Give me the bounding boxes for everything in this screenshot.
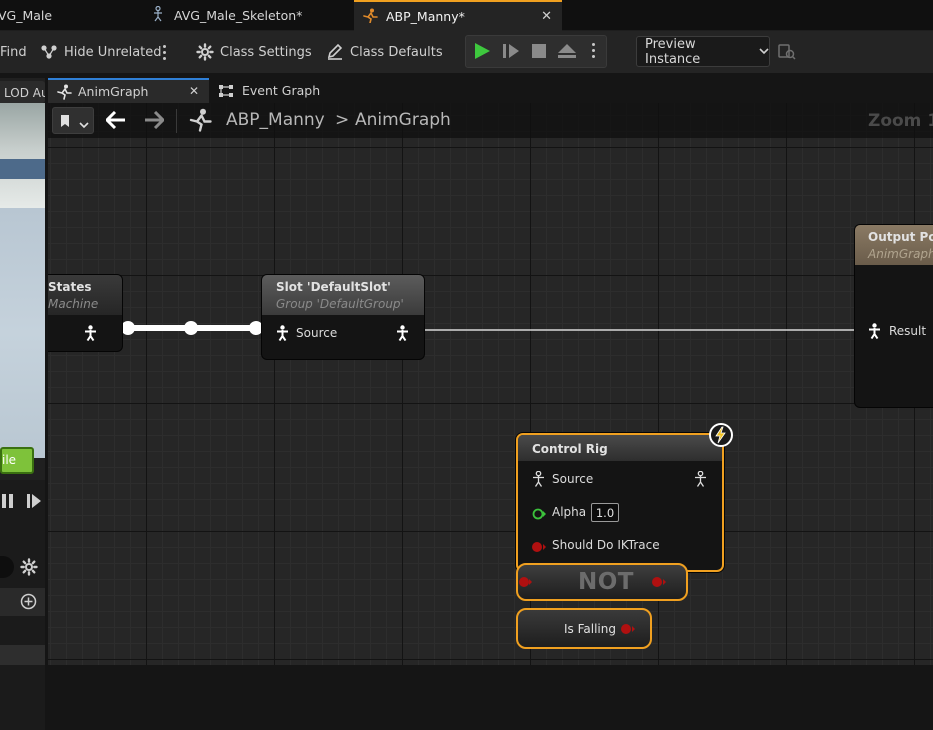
pin-label-should-do-iktrace: Should Do IKTrace [552, 538, 660, 552]
pause-icon[interactable] [2, 494, 14, 512]
wire-layer [121, 321, 856, 335]
node-subtitle: Group 'DefaultGroup' [276, 297, 404, 311]
hide-unrelated-icon [40, 44, 58, 60]
play-options-icon[interactable] [592, 43, 595, 58]
list-row[interactable] [0, 645, 45, 665]
find-button[interactable]: Find [0, 31, 27, 73]
viewport-preview[interactable] [0, 103, 45, 208]
tab-label: VG_Male [0, 8, 53, 23]
anim-graph-icon [56, 84, 72, 100]
is-falling-label: Is Falling [564, 622, 616, 636]
node-title: Slot 'DefaultSlot' [276, 280, 391, 294]
pin-label-alpha: Alpha [552, 505, 587, 519]
pose-output-pin-icon[interactable] [84, 325, 97, 345]
class-settings-label: Class Settings [220, 44, 312, 60]
eject-icon[interactable] [557, 43, 577, 63]
alpha-value-input[interactable]: 1.0 [591, 503, 619, 522]
tab-animgraph[interactable]: AnimGraph ✕ [48, 78, 209, 103]
skeleton-icon [152, 5, 166, 25]
output-pose-node[interactable]: Output Pos AnimGraph Result [855, 225, 933, 407]
preview-instance-dropdown[interactable]: Preview Instance [636, 36, 770, 67]
tab-label: AnimGraph [78, 84, 149, 99]
close-icon[interactable]: ✕ [189, 84, 199, 98]
bool-pin-icon[interactable] [651, 576, 671, 592]
hide-unrelated-label: Hide Unrelated [64, 44, 162, 60]
pose-output-pin-icon[interactable] [694, 470, 707, 491]
tab-label: Event Graph [242, 83, 321, 98]
tab-vg-male[interactable]: VG_Male [0, 0, 140, 31]
graph-tab-bar: AnimGraph ✕ Event Graph [45, 78, 933, 103]
add-icon[interactable] [20, 593, 37, 614]
wire-knot [184, 321, 198, 335]
play-icon[interactable] [473, 42, 491, 64]
pose-input-pin-icon[interactable] [276, 325, 289, 345]
tab-label: ABP_Manny* [386, 9, 465, 24]
not-label: NOT [578, 569, 634, 595]
step-icon[interactable] [502, 43, 520, 63]
node-subtitle: Machine [48, 297, 99, 311]
wire-knot [249, 321, 263, 335]
document-tab-bar: VG_Male AVG_Male_Skeleton* ABP_Manny* ✕ [0, 0, 933, 31]
hide-unrelated-button[interactable]: Hide Unrelated [40, 31, 162, 73]
chevron-down-icon [759, 48, 769, 55]
debug-filter-icon[interactable] [778, 43, 796, 65]
class-settings-button[interactable]: Class Settings [196, 31, 312, 73]
control-rig-node[interactable]: Control Rig Source Alpha 1.0 Should Do I… [516, 433, 724, 572]
fast-path-icon [709, 423, 733, 447]
wire-knot [121, 321, 135, 335]
gear-icon [196, 43, 214, 61]
pose-output-pin-icon[interactable] [396, 325, 409, 345]
stop-icon[interactable] [532, 44, 546, 62]
tab-label: AVG_Male_Skeleton* [174, 8, 303, 23]
tab-event-graph[interactable]: Event Graph [213, 78, 363, 103]
more-options-icon[interactable] [163, 31, 166, 73]
tab-abp-manny[interactable]: ABP_Manny* ✕ [354, 0, 562, 31]
lod-label: LOD Au [4, 86, 45, 100]
event-graph-icon [218, 84, 234, 98]
node-title: Control Rig [532, 442, 608, 456]
close-icon[interactable]: ✕ [541, 9, 552, 24]
pencil-icon [326, 43, 344, 61]
step-forward-icon[interactable] [27, 494, 41, 512]
node-title: States [48, 280, 92, 294]
alpha-value: 1.0 [595, 506, 615, 520]
compile-button[interactable]: ile [0, 447, 34, 474]
class-defaults-label: Class Defaults [350, 44, 443, 60]
node-title: Output Pos [868, 230, 933, 244]
viewport-background [0, 208, 45, 458]
gear-icon[interactable] [20, 558, 38, 580]
not-node[interactable]: NOT [516, 563, 688, 601]
tab-avg-male-skeleton[interactable]: AVG_Male_Skeleton* [146, 0, 352, 31]
anim-blueprint-icon [362, 8, 378, 26]
pin-label-source: Source [552, 472, 594, 486]
pose-input-pin-icon[interactable] [868, 323, 881, 343]
pose-input-pin-icon[interactable] [532, 470, 545, 491]
is-falling-node[interactable]: Is Falling [516, 608, 652, 649]
node-subtitle: AnimGraph [868, 247, 933, 261]
graph-canvas[interactable]: ABP_Manny > AnimGraph Zoom 1: States Mac… [48, 103, 933, 665]
viewport-sky-object [0, 159, 45, 179]
pin-label-result: Result [889, 324, 927, 338]
compile-label: ile [2, 453, 17, 467]
bool-pin-icon[interactable] [531, 541, 547, 557]
bool-pin-icon[interactable] [620, 623, 640, 639]
viewport-panel: LOD Au ile [0, 78, 45, 730]
preview-instance-label: Preview Instance [645, 36, 701, 67]
find-label: Find [0, 44, 27, 60]
class-defaults-button[interactable]: Class Defaults [326, 31, 443, 73]
slot-node[interactable]: Slot 'DefaultSlot' Group 'DefaultGroup' … [262, 275, 424, 359]
lod-auto-dropdown[interactable]: LOD Au [0, 81, 45, 103]
state-machine-node[interactable]: States Machine [48, 275, 122, 351]
float-pin-icon[interactable] [532, 508, 546, 524]
pin-label-source: Source [296, 326, 338, 340]
bool-pin-icon[interactable] [512, 576, 532, 592]
